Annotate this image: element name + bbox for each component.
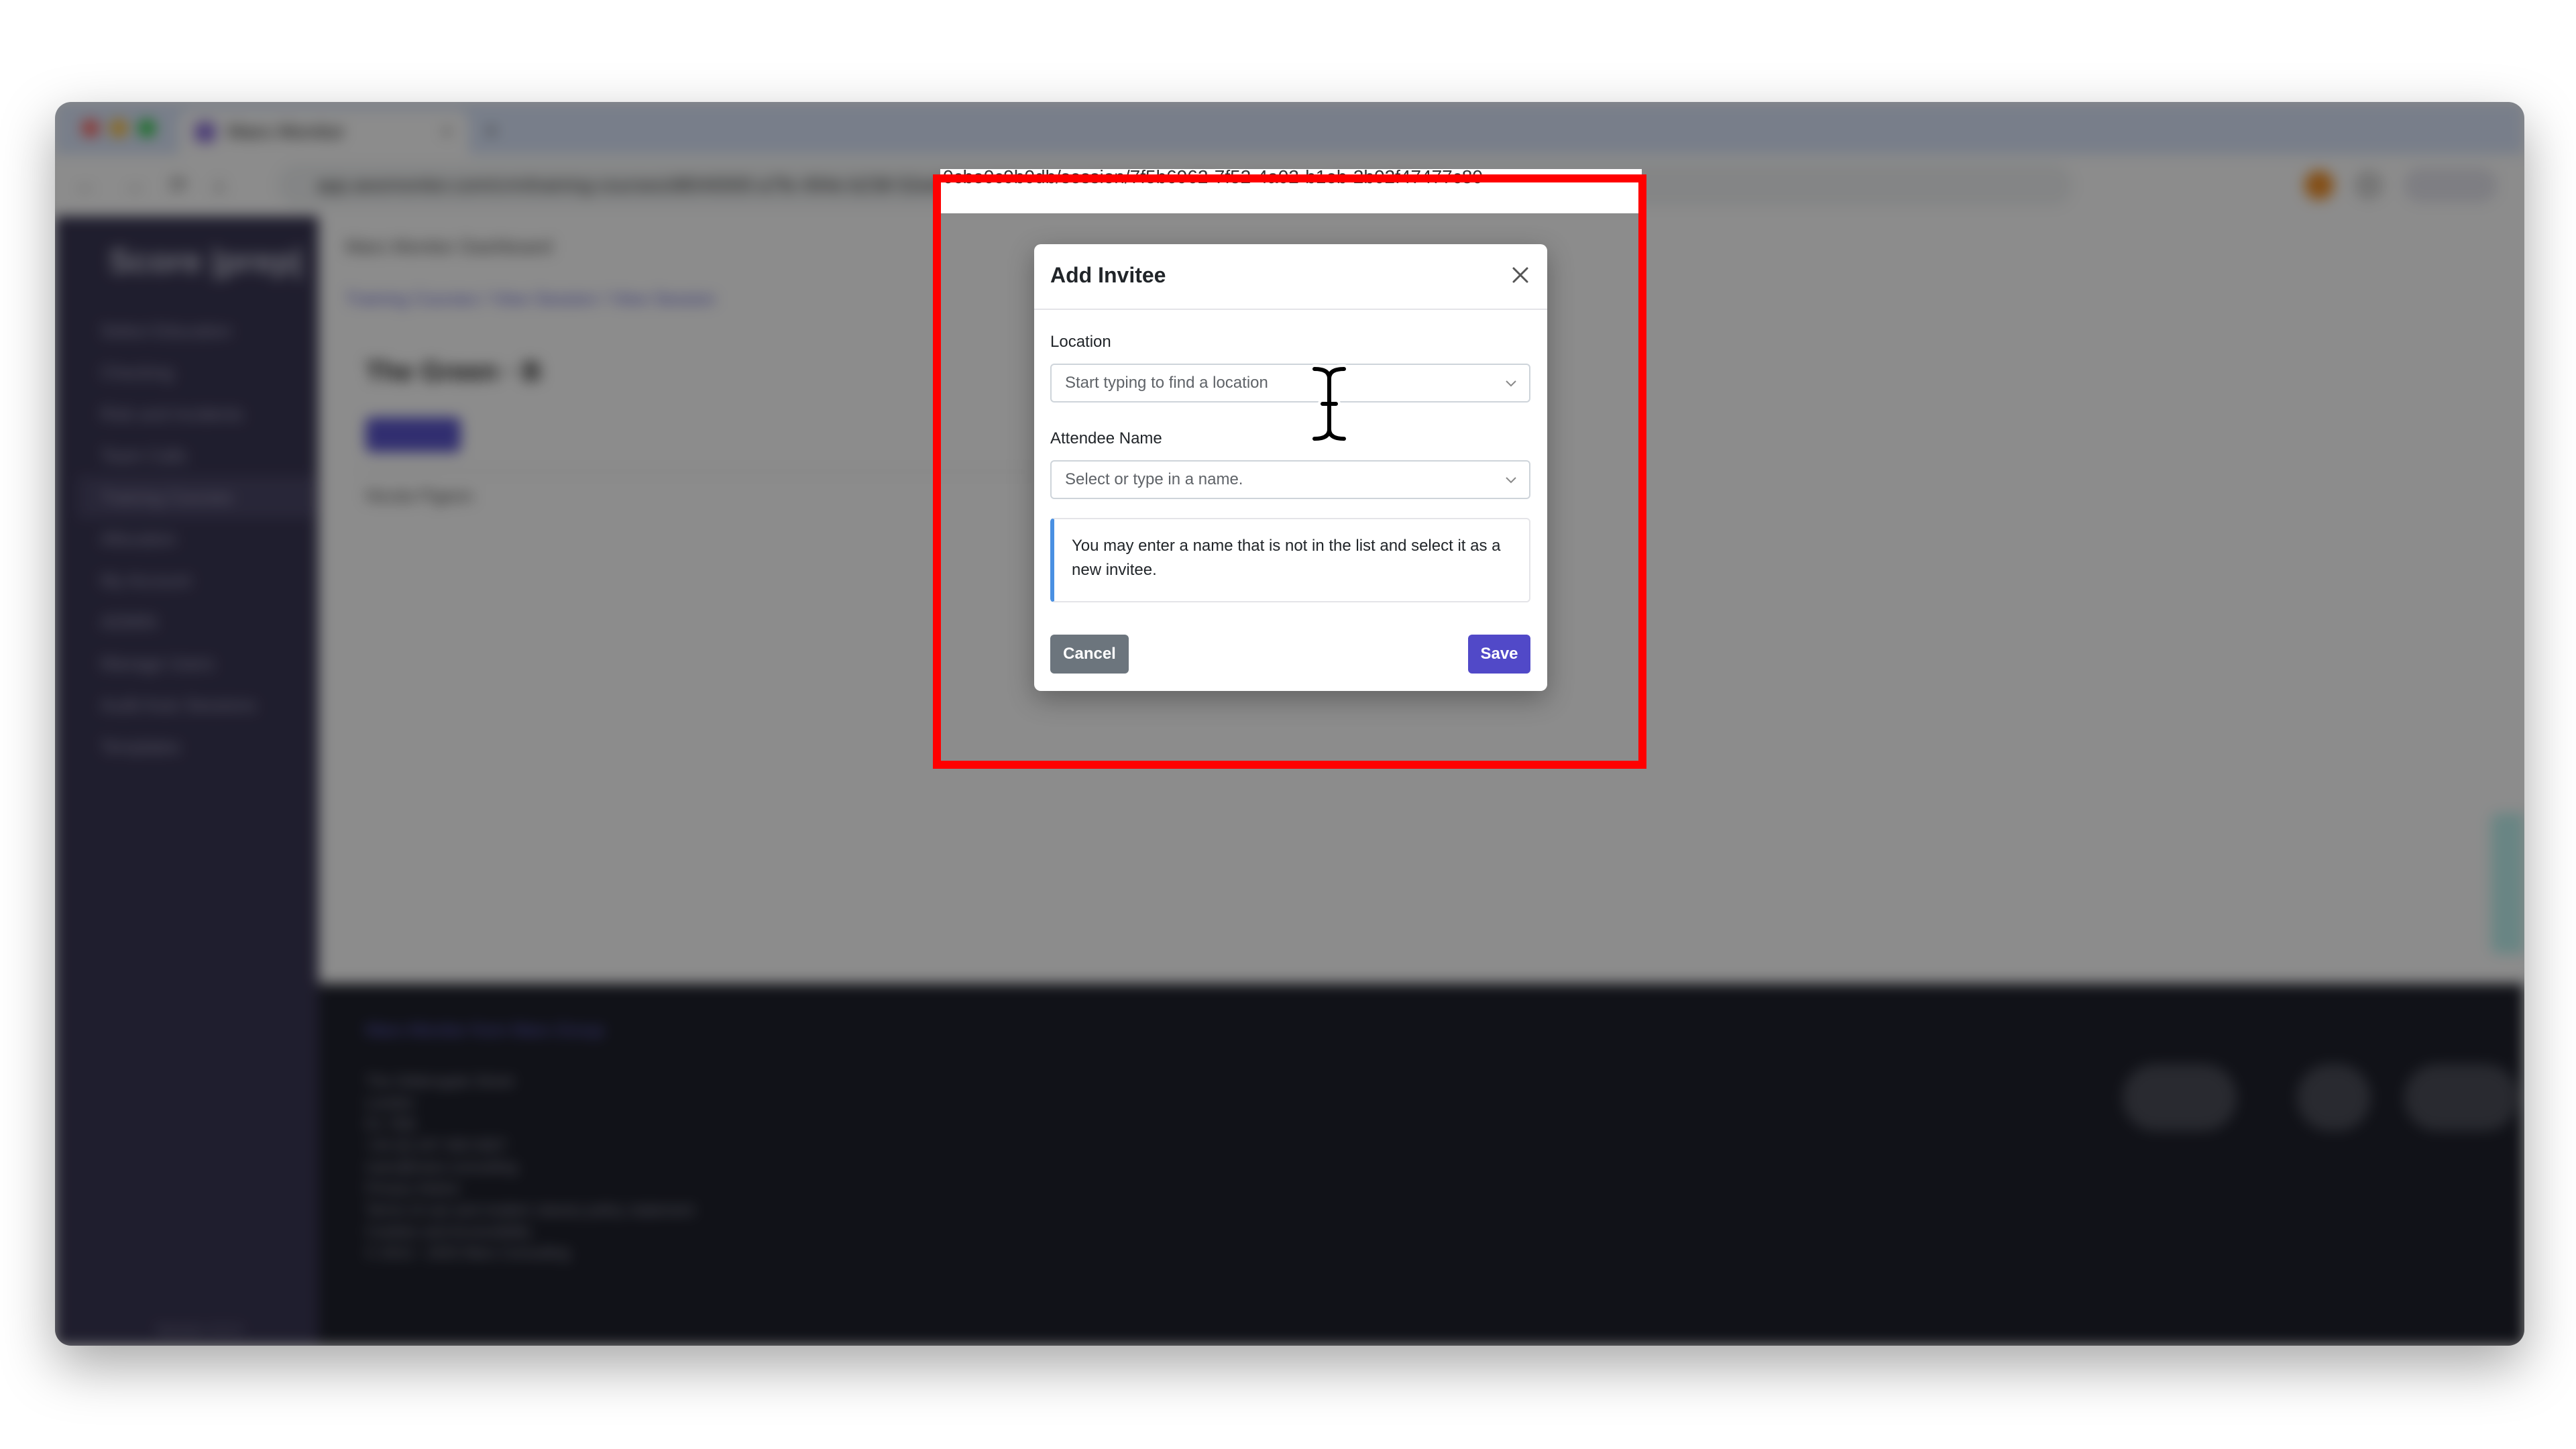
- text-cursor-icon: [1310, 364, 1349, 443]
- cancel-button[interactable]: Cancel: [1050, 635, 1129, 674]
- location-placeholder: Start typing to find a location: [1065, 374, 1268, 392]
- attendee-label: Attendee Name: [1050, 429, 1162, 447]
- modal-header: Add Invitee: [1034, 244, 1547, 310]
- add-invitee-modal: Add Invitee Location Start typing to fin…: [1034, 244, 1547, 691]
- location-input[interactable]: Start typing to find a location: [1050, 364, 1530, 402]
- chevron-down-icon: [1506, 477, 1516, 484]
- address-bar-fragment: 0cbe0c9b0db/session/7f5b6962-7f52-4a02-b…: [940, 169, 1642, 213]
- chevron-down-icon: [1506, 380, 1516, 387]
- info-alert: You may enter a name that is not in the …: [1050, 518, 1530, 602]
- close-icon[interactable]: [1506, 260, 1535, 290]
- modal-title: Add Invitee: [1050, 263, 1166, 287]
- save-button[interactable]: Save: [1468, 635, 1530, 674]
- attendee-placeholder: Select or type in a name.: [1065, 470, 1243, 488]
- url-text: 0cbe0c9b0db/session/7f5b6962-7f52-4a02-b…: [943, 169, 1483, 187]
- attendee-name-select[interactable]: Select or type in a name.: [1050, 460, 1530, 499]
- location-label: Location: [1050, 333, 1111, 351]
